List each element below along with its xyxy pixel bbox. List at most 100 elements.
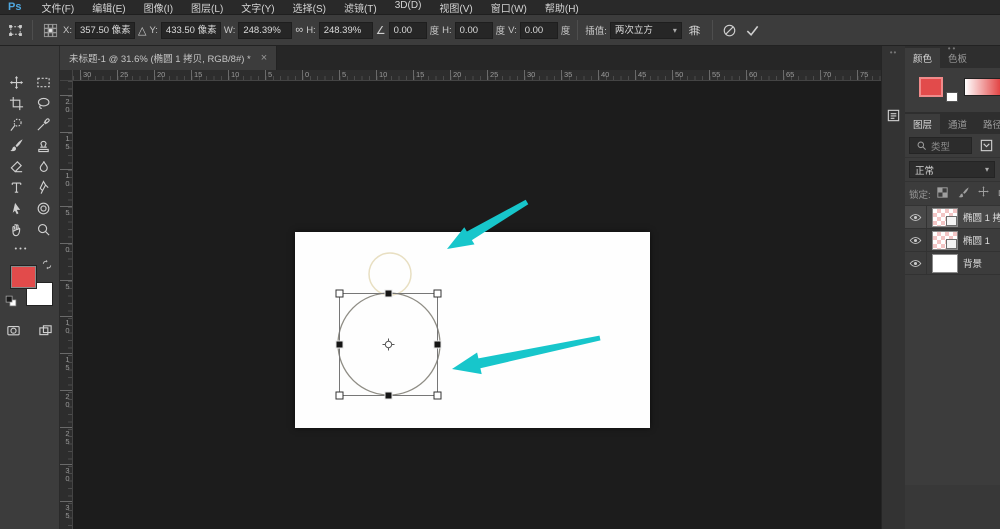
v-ruler-label: 20 [60, 95, 73, 113]
y-input[interactable]: 433.50 像素 [161, 22, 221, 39]
panels-grip[interactable]: •• [905, 46, 1000, 52]
reference-point-locator-icon[interactable] [40, 20, 60, 40]
menu-item[interactable]: 3D(D) [386, 0, 431, 15]
quick-mask-icon[interactable] [4, 320, 24, 340]
properties-panel-icon[interactable] [886, 108, 901, 128]
layer-visibility-eye-icon[interactable] [905, 252, 927, 274]
eraser-tool[interactable] [3, 156, 30, 177]
menu-item[interactable]: 视图(V) [430, 0, 481, 15]
vskew-input[interactable]: 0.00 [520, 22, 558, 39]
background-swatch[interactable] [946, 92, 958, 102]
layer-row[interactable]: 椭圆 1 拷贝 [905, 206, 1000, 229]
close-tab-icon[interactable]: × [261, 53, 267, 63]
brush-tool[interactable] [3, 135, 30, 156]
layer-row[interactable]: 背景 [905, 252, 1000, 275]
vertical-ruler: 201510505101520253035 [60, 81, 73, 529]
layer-visibility-eye-icon[interactable] [905, 206, 927, 228]
warp-mode-icon[interactable] [685, 20, 705, 40]
rotate-angle-icon: ∠ [376, 24, 386, 37]
dock-grip[interactable]: •• [890, 49, 898, 57]
pen-tool[interactable] [30, 177, 57, 198]
menu-item[interactable]: 滤镜(T) [335, 0, 386, 15]
shape-layer-badge-icon [946, 216, 957, 226]
layer-thumbnail[interactable] [932, 231, 958, 250]
lock-icons [935, 185, 1000, 203]
v-ruler-label: 5 [60, 206, 73, 216]
document-tab-bar: 未标题-1 @ 31.6% (椭圆 1 拷贝, RGB/8#) * × [60, 46, 881, 70]
foreground-swatch[interactable] [919, 77, 943, 97]
document-tab[interactable]: 未标题-1 @ 31.6% (椭圆 1 拷贝, RGB/8#) * × [60, 46, 277, 70]
transform-edge-handles[interactable] [336, 290, 441, 399]
path-select-tool[interactable] [3, 198, 30, 219]
layer-thumbnail[interactable] [932, 208, 958, 227]
foreground-color-chip[interactable] [10, 265, 37, 289]
quick-select-tool[interactable] [3, 114, 30, 135]
hskew-label: H: [442, 25, 452, 36]
commit-transform-button[interactable] [743, 20, 763, 40]
chevron-down-icon: ▾ [985, 165, 989, 174]
menu-item[interactable]: 文字(Y) [232, 0, 283, 15]
tab-通道[interactable]: 通道 [940, 114, 975, 134]
clone-stamp-tool[interactable] [30, 135, 57, 156]
lasso-tool[interactable] [30, 93, 57, 114]
ellipse-shape-tool[interactable] [30, 198, 57, 219]
move-tool[interactable] [3, 72, 30, 93]
lock-brush-icon[interactable] [956, 185, 971, 203]
marquee-tool[interactable] [30, 72, 57, 93]
menu-item[interactable]: 窗口(W) [482, 0, 536, 15]
angle-input[interactable]: 0.00 [389, 22, 427, 39]
layer-visibility-eye-icon[interactable] [905, 229, 927, 251]
h-ruler-label: 60 [746, 70, 757, 81]
layer-search-field[interactable]: 类型 [909, 137, 972, 154]
color-ramp[interactable] [964, 78, 1000, 96]
eyedropper-tool[interactable] [30, 114, 57, 135]
pasteboard [73, 81, 881, 529]
layers-filter-row: 类型 [905, 134, 1000, 158]
default-colors-icon[interactable] [5, 294, 17, 312]
cancel-transform-button[interactable] [720, 20, 740, 40]
tab-图层[interactable]: 图层 [905, 114, 940, 134]
smudge-tool[interactable] [30, 156, 57, 177]
lock-move-icon[interactable] [977, 185, 990, 203]
menu-bar: Ps 文件(F)编辑(E)图像(I)图层(L)文字(Y)选择(S)滤镜(T)3D… [0, 0, 1000, 15]
menu-item[interactable]: 帮助(H) [536, 0, 588, 15]
menu-item[interactable]: 编辑(E) [83, 0, 134, 15]
filter-toggle-icon[interactable] [976, 136, 996, 156]
menu-item[interactable]: 文件(F) [32, 0, 83, 15]
transform-corner-handles[interactable] [336, 290, 441, 399]
edit-toolbar-ellipsis-icon[interactable] [10, 238, 30, 258]
tab-路径[interactable]: 路径 [975, 114, 1000, 134]
width-input[interactable]: 248.39% [238, 22, 292, 39]
search-icon [914, 139, 928, 153]
layer-row[interactable]: 椭圆 1 [905, 229, 1000, 252]
transform-reference-point[interactable] [383, 339, 395, 351]
menu-item[interactable]: 图层(L) [182, 0, 232, 15]
lock-transparent-icon[interactable] [935, 185, 950, 203]
x-label: X: [63, 25, 72, 36]
hskew-input[interactable]: 0.00 [455, 22, 493, 39]
transform-bounding-box[interactable] [340, 294, 438, 396]
menu-item[interactable]: 选择(S) [284, 0, 335, 15]
zoom-tool[interactable] [30, 219, 57, 240]
dock-icons-holder [884, 65, 904, 85]
menu-item[interactable]: 图像(I) [135, 0, 182, 15]
hand-tool[interactable] [3, 219, 30, 240]
lock-all-icon[interactable] [996, 185, 1000, 203]
x-input[interactable]: 357.50 像素 [75, 22, 135, 39]
relative-position-icon[interactable]: △ [138, 24, 146, 37]
h-ruler-label: 55 [709, 70, 720, 81]
free-transform-icon[interactable] [5, 20, 25, 40]
h-ruler-label: 0 [302, 70, 309, 81]
swap-colors-icon[interactable] [41, 258, 53, 276]
tools-panel [0, 46, 60, 529]
layer-thumbnail[interactable] [932, 254, 958, 273]
crop-tool[interactable] [3, 93, 30, 114]
h-ruler-label: 15 [191, 70, 202, 81]
type-tool[interactable] [3, 177, 30, 198]
screen-mode-icon[interactable] [36, 320, 56, 340]
interpolation-select[interactable]: 两次立方 ▾ [610, 22, 682, 39]
h-ruler-label: 10 [376, 70, 387, 81]
link-dimensions-icon[interactable]: ∞ [295, 24, 303, 36]
blend-mode-select[interactable]: 正常 ▾ [909, 161, 995, 178]
height-input[interactable]: 248.39% [319, 22, 373, 39]
